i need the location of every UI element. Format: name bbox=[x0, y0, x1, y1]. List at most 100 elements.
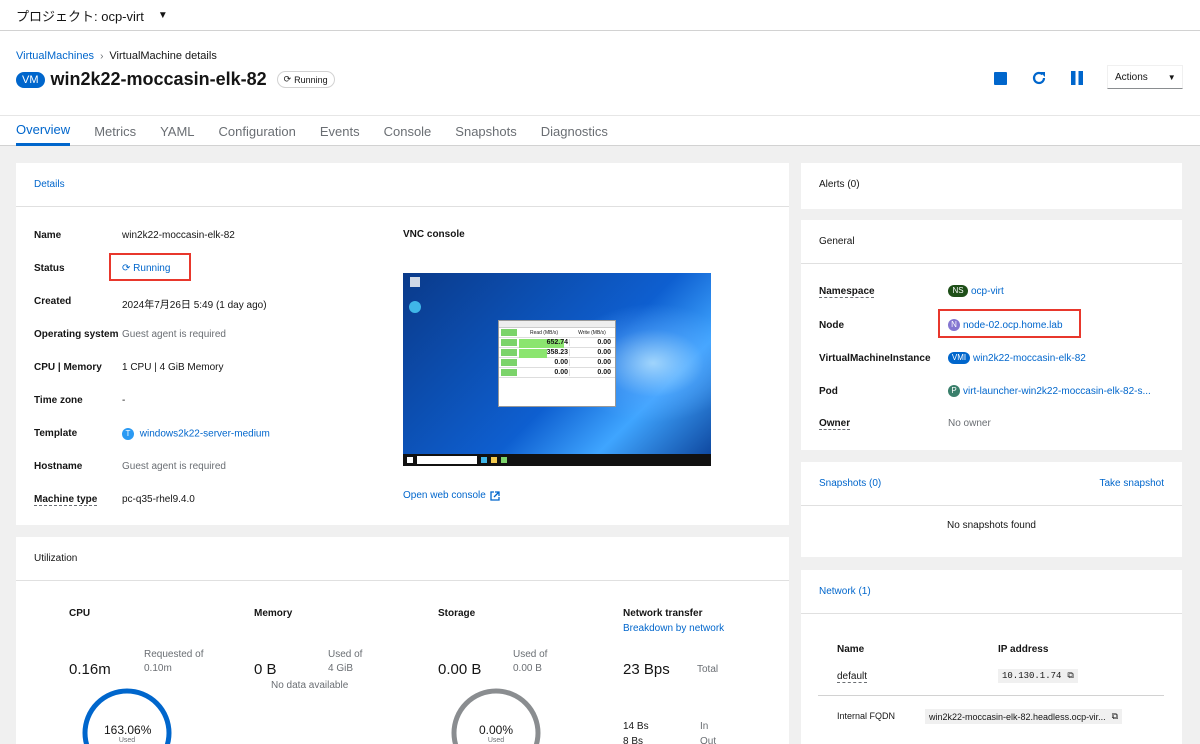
network-divider bbox=[818, 695, 1164, 696]
tab-snapshots[interactable]: Snapshots bbox=[455, 116, 516, 146]
open-web-console-link[interactable]: Open web console bbox=[403, 490, 500, 501]
take-snapshot-button[interactable]: Take snapshot bbox=[1100, 478, 1165, 489]
namespace-link[interactable]: NS ocp-virt bbox=[948, 285, 1004, 297]
detail-key: Created bbox=[34, 296, 72, 307]
memory-heading: Memory bbox=[254, 608, 293, 619]
detail-value: 2024年7月26日 5:49 (1 day ago) bbox=[122, 300, 267, 311]
taskbar-app-icon bbox=[491, 457, 497, 463]
cpu-donut-label: 163.06% Used bbox=[104, 723, 152, 744]
tab-configuration[interactable]: Configuration bbox=[219, 116, 296, 146]
detail-row-created: Created 2024年7月26日 5:49 (1 day ago) bbox=[34, 296, 267, 311]
detail-value: pc-q35-rhel9.4.0 bbox=[122, 494, 195, 505]
write-header: Write (MB/s) bbox=[578, 329, 606, 336]
breakdown-by-network-link[interactable]: Breakdown by network bbox=[623, 623, 724, 634]
stop-button[interactable] bbox=[991, 69, 1009, 87]
detail-value: Guest agent is required bbox=[122, 329, 226, 340]
network-in-value: 14 Bs bbox=[623, 721, 649, 732]
chevron-right-icon: › bbox=[100, 50, 104, 62]
tab-diagnostics[interactable]: Diagnostics bbox=[541, 116, 608, 146]
cpu-requested-value: 0.10m bbox=[144, 663, 172, 674]
storage-used-value: 0.00 B bbox=[513, 663, 542, 674]
snapshots-title[interactable]: Snapshots (0) bbox=[819, 478, 881, 489]
network-in-label: In bbox=[700, 721, 709, 732]
status-badge-label: Running bbox=[294, 74, 328, 85]
vmi-link[interactable]: VMI win2k22-moccasin-elk-82 bbox=[948, 352, 1086, 364]
detail-row-machine-type: Machine type pc-q35-rhel9.4.0 bbox=[34, 494, 195, 505]
vnc-console-preview[interactable]: Read (MB/s) Write (MB/s) 652.74 0.00 358… bbox=[403, 273, 711, 466]
window-header-row: Read (MB/s) Write (MB/s) bbox=[499, 328, 615, 338]
general-key: Namespace bbox=[819, 285, 875, 297]
vmi-link-label: win2k22-moccasin-elk-82 bbox=[973, 352, 1086, 364]
copy-icon[interactable]: ⧉ bbox=[1067, 671, 1073, 681]
storage-donut-label: 0.00% Used bbox=[478, 723, 514, 744]
breadcrumb-vms-link[interactable]: VirtualMachines bbox=[16, 50, 94, 62]
details-title[interactable]: Details bbox=[16, 163, 789, 207]
write-value: 0.00 bbox=[569, 369, 615, 376]
tab-console[interactable]: Console bbox=[384, 116, 432, 146]
pause-icon bbox=[1071, 71, 1083, 85]
breadcrumb-current: VirtualMachine details bbox=[109, 50, 217, 62]
memory-used-label: Used of bbox=[328, 649, 363, 660]
caret-down-icon: ▼ bbox=[1167, 72, 1176, 82]
storage-heading: Storage bbox=[438, 608, 476, 619]
detail-key: Machine type bbox=[34, 494, 98, 505]
ip-address-value: 10.130.1.74 bbox=[1002, 671, 1062, 681]
ip-address-box: 10.130.1.74 ⧉ bbox=[998, 669, 1078, 683]
stop-icon bbox=[993, 71, 1007, 85]
detail-row-hostname: Hostname Guest agent is required bbox=[34, 461, 226, 472]
cpu-requested-label: Requested of bbox=[144, 649, 204, 660]
fqdn-value: win2k22-moccasin-elk-82.headless.ocp-vir… bbox=[929, 711, 1106, 722]
detail-value: 1 CPU | 4 GiB Memory bbox=[122, 362, 224, 373]
run-button bbox=[501, 339, 517, 346]
memory-column: Memory bbox=[254, 608, 292, 619]
tab-metrics[interactable]: Metrics bbox=[94, 116, 136, 146]
alerts-card: Alerts (0) bbox=[801, 163, 1182, 209]
general-key: VirtualMachineInstance bbox=[819, 352, 931, 364]
tab-bar: Overview Metrics YAML Configuration Even… bbox=[0, 115, 1200, 146]
read-value: 652.74 bbox=[519, 339, 569, 348]
pod-link-label: virt-launcher-win2k22-moccasin-elk-82-s.… bbox=[963, 385, 1151, 397]
bench-row: 0.00 0.00 bbox=[499, 358, 615, 368]
details-card: Details Name win2k22-moccasin-elk-82 Sta… bbox=[16, 163, 789, 525]
detail-row-cpu-memory: CPU | Memory 1 CPU | 4 GiB Memory bbox=[34, 362, 224, 373]
project-selector[interactable]: プロジェクト: ocp-virt ▼ bbox=[0, 0, 1200, 31]
pause-button[interactable] bbox=[1068, 69, 1086, 87]
network-transfer-value: 23 Bps bbox=[623, 661, 670, 678]
template-link[interactable]: T windows2k22-server-medium bbox=[122, 428, 270, 440]
sync-icon: ⟳ bbox=[283, 74, 292, 84]
detail-key: Template bbox=[34, 428, 78, 439]
pod-link[interactable]: P virt-launcher-win2k22-moccasin-elk-82-… bbox=[948, 385, 1151, 397]
storage-value: 0.00 B bbox=[438, 661, 482, 678]
highlight-box bbox=[109, 253, 191, 281]
network-transfer-heading: Network transfer bbox=[623, 608, 703, 619]
restart-button[interactable] bbox=[1030, 69, 1048, 87]
recycle-bin-icon bbox=[410, 277, 420, 287]
cpu-requested: Requested of 0.10m bbox=[144, 649, 204, 674]
disk-benchmark-window: Read (MB/s) Write (MB/s) 652.74 0.00 358… bbox=[498, 320, 616, 407]
template-link-label: windows2k22-server-medium bbox=[139, 428, 270, 440]
breadcrumb: VirtualMachines › VirtualMachine details bbox=[16, 50, 217, 62]
cpu-value: 0.16m bbox=[69, 661, 111, 678]
cpu-heading: CPU bbox=[69, 608, 91, 619]
actions-dropdown[interactable]: Actions ▼ bbox=[1107, 65, 1183, 89]
read-value: 0.00 bbox=[554, 359, 568, 366]
memory-used-value: 4 GiB bbox=[328, 663, 354, 674]
network-title[interactable]: Network (1) bbox=[801, 570, 1182, 614]
detail-row-name: Name win2k22-moccasin-elk-82 bbox=[34, 230, 235, 241]
general-row-pod: Pod P virt-launcher-win2k22-moccasin-elk… bbox=[819, 385, 1151, 397]
windows-start-icon bbox=[407, 457, 413, 463]
storage-column: Storage bbox=[438, 608, 475, 619]
snapshots-empty-text: No snapshots found bbox=[947, 520, 1036, 531]
fqdn-key: Internal FQDN bbox=[837, 711, 896, 721]
project-label: プロジェクト: ocp-virt bbox=[16, 8, 144, 24]
tab-yaml[interactable]: YAML bbox=[160, 116, 194, 146]
memory-no-data: No data available bbox=[271, 680, 349, 691]
tab-overview[interactable]: Overview bbox=[16, 116, 71, 146]
detail-row-timezone: Time zone - bbox=[34, 395, 125, 406]
general-row-namespace: Namespace NS ocp-virt bbox=[819, 285, 1004, 297]
run-button bbox=[501, 359, 517, 366]
alerts-title[interactable]: Alerts (0) bbox=[801, 163, 1182, 206]
copy-icon[interactable]: ⧉ bbox=[1112, 711, 1118, 722]
detail-value: win2k22-moccasin-elk-82 bbox=[122, 230, 235, 241]
tab-events[interactable]: Events bbox=[320, 116, 360, 146]
